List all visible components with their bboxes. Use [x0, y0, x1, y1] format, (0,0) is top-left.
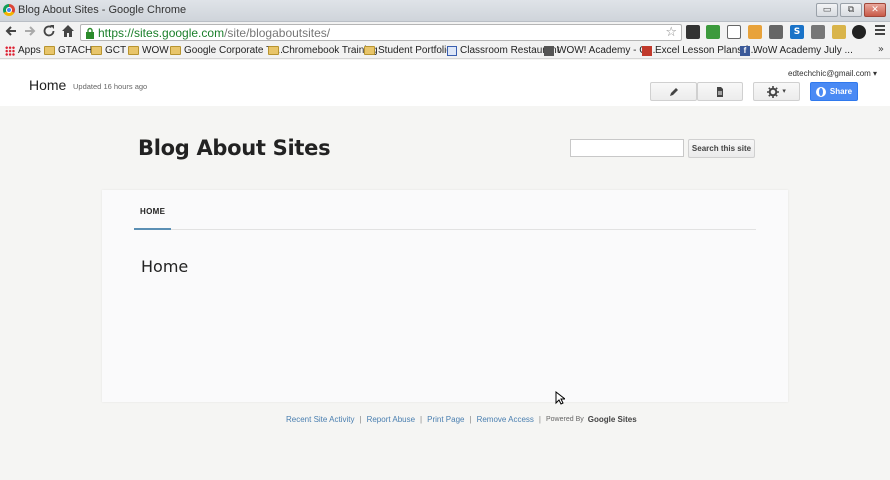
reload-icon[interactable] — [41, 24, 57, 40]
page-icon — [717, 87, 723, 97]
bookmark-star-icon[interactable]: ☆ — [665, 25, 677, 40]
layers-extension-icon[interactable] — [686, 25, 700, 39]
url-text: https://sites.google.com/site/blogabouts… — [98, 26, 331, 40]
nav-item-home[interactable]: HOME — [140, 207, 165, 216]
window-controls: ▭ ⧉ ✕ — [816, 3, 886, 17]
scissors-extension-icon[interactable] — [811, 25, 825, 39]
site-title[interactable]: Blog About Sites — [138, 136, 331, 160]
bookmarks-more-chevron-icon[interactable]: » — [878, 44, 884, 55]
bookmark-wow-academy-july[interactable]: f WoW Academy July ... — [740, 44, 853, 57]
bookmark-classroom-restaurant[interactable]: Classroom Restaurant — [447, 44, 559, 57]
mouse-cursor-icon — [555, 391, 565, 405]
folder-icon — [91, 46, 102, 55]
bookmark-wow[interactable]: WOW — [128, 44, 169, 57]
search-input[interactable] — [570, 139, 684, 157]
menu-icon[interactable] — [872, 24, 888, 40]
bookmark-wow-academy[interactable]: WOW! Academy - G... — [544, 44, 655, 57]
folder-icon — [364, 46, 375, 55]
bookmark-chromebook-training[interactable]: Chromebook Training — [268, 44, 378, 57]
new-page-button[interactable] — [697, 82, 743, 101]
content-card — [102, 190, 788, 402]
hand-extension-icon[interactable] — [832, 25, 846, 39]
page-name: Home — [29, 77, 67, 93]
s-extension-icon[interactable]: S — [790, 25, 804, 39]
page-icon — [447, 45, 457, 56]
page-heading: Home — [141, 257, 189, 276]
google-sites-link[interactable]: Google Sites — [588, 415, 637, 424]
search-this-site-button[interactable]: Search this site — [688, 139, 755, 158]
bookmarks-bar: Apps GTACHI GCT WOW Google Corporate Tr.… — [0, 42, 890, 59]
wow-icon — [544, 45, 554, 56]
forward-arrow-icon[interactable] — [22, 24, 38, 40]
nav-active-underline — [134, 228, 171, 230]
facebook-icon: f — [740, 45, 750, 56]
lock-icon — [86, 27, 94, 39]
nav-divider — [134, 229, 756, 230]
restore-button[interactable]: ⧉ — [840, 3, 862, 17]
footer-link-report-abuse[interactable]: Report Abuse — [367, 415, 415, 424]
folder-icon — [44, 46, 55, 55]
footer: Recent Site Activity | Report Abuse | Pr… — [286, 415, 637, 424]
chevron-down-icon: ▾ — [782, 87, 786, 95]
bookmark-extension-icon[interactable] — [748, 25, 762, 39]
cast-icon[interactable] — [727, 25, 741, 39]
evernote-extension-icon[interactable] — [706, 25, 720, 39]
settings-button[interactable]: ▾ — [753, 82, 800, 101]
powered-by-label: Powered By — [546, 416, 584, 423]
back-arrow-icon[interactable] — [3, 24, 19, 40]
bookmark-gct[interactable]: GCT — [91, 44, 126, 57]
bookmark-student-portfolios[interactable]: Student Portfolios — [364, 44, 457, 57]
excel-icon — [642, 45, 652, 56]
bookmark-google-corporate[interactable]: Google Corporate Tr... — [170, 44, 283, 57]
footer-link-print-page[interactable]: Print Page — [427, 415, 464, 424]
minimize-button[interactable]: ▭ — [816, 3, 838, 17]
globe-icon — [815, 86, 826, 97]
eyedropper-extension-icon[interactable] — [769, 25, 783, 39]
bookmark-gtachi[interactable]: GTACHI — [44, 44, 95, 57]
gear-icon — [767, 86, 780, 98]
share-button[interactable]: Share — [810, 82, 858, 101]
footer-link-recent-activity[interactable]: Recent Site Activity — [286, 415, 354, 424]
address-bar[interactable]: https://sites.google.com/site/blogabouts… — [80, 24, 682, 41]
circle-extension-icon[interactable] — [852, 25, 866, 39]
bookmark-apps[interactable]: Apps — [5, 44, 41, 57]
sites-header: Home Updated 16 hours ago edtechchic@gma… — [0, 60, 890, 106]
folder-icon — [268, 46, 279, 55]
edit-page-button[interactable] — [650, 82, 697, 101]
footer-link-remove-access[interactable]: Remove Access — [477, 415, 534, 424]
close-window-button[interactable]: ✕ — [864, 3, 886, 17]
home-icon[interactable] — [60, 24, 76, 40]
pencil-icon — [669, 88, 678, 96]
window-title-bar: Blog About Sites - Google Chrome ▭ ⧉ ✕ — [0, 0, 890, 22]
updated-time: Updated 16 hours ago — [73, 82, 148, 91]
chrome-logo-icon — [3, 4, 15, 16]
folder-icon — [170, 46, 181, 55]
window-title: Blog About Sites - Google Chrome — [18, 4, 187, 16]
folder-icon — [128, 46, 139, 55]
account-email[interactable]: edtechchic@gmail.com ▾ — [788, 69, 877, 78]
apps-icon — [5, 45, 15, 56]
browser-toolbar: https://sites.google.com/site/blogabouts… — [0, 22, 890, 42]
